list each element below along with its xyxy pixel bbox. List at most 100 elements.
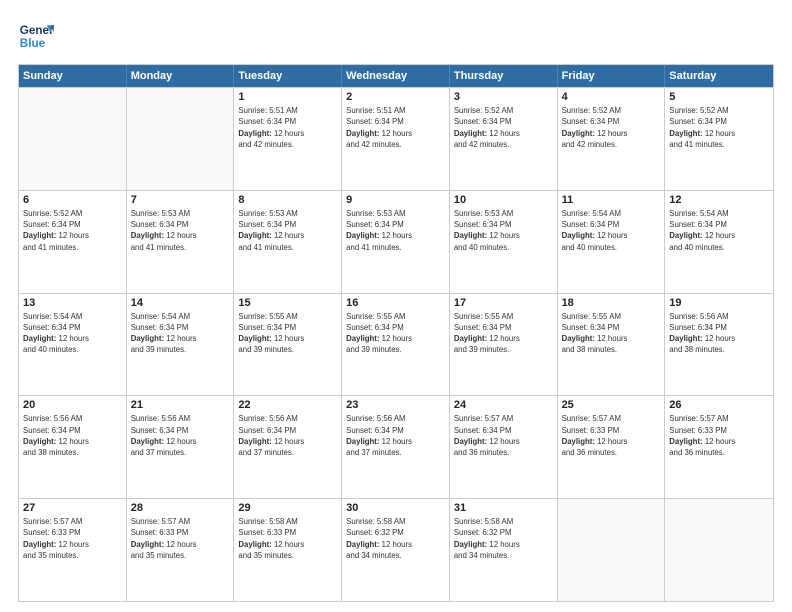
cal-day-29: 29 Sunrise: 5:58 AMSunset: 6:33 PMDayligh… [234,499,342,601]
day-number: 26 [669,399,769,411]
day-info: Sunrise: 5:56 AMSunset: 6:34 PMDaylight:… [23,413,122,458]
cal-week-row-5: 27 Sunrise: 5:57 AMSunset: 6:33 PMDayligh… [19,498,773,601]
day-number: 20 [23,399,122,411]
day-info: Sunrise: 5:57 AMSunset: 6:33 PMDaylight:… [562,413,661,458]
day-info: Sunrise: 5:52 AMSunset: 6:34 PMDaylight:… [562,105,661,150]
day-info: Sunrise: 5:54 AMSunset: 6:34 PMDaylight:… [131,311,230,356]
cal-day-25: 25 Sunrise: 5:57 AMSunset: 6:33 PMDayligh… [558,396,666,498]
day-info: Sunrise: 5:55 AMSunset: 6:34 PMDaylight:… [454,311,553,356]
day-number: 11 [562,194,661,206]
day-number: 8 [238,194,337,206]
day-number: 15 [238,297,337,309]
day-info: Sunrise: 5:52 AMSunset: 6:34 PMDaylight:… [23,208,122,253]
cal-day-15: 15 Sunrise: 5:55 AMSunset: 6:34 PMDayligh… [234,294,342,396]
day-number: 24 [454,399,553,411]
cal-day-27: 27 Sunrise: 5:57 AMSunset: 6:33 PMDayligh… [19,499,127,601]
calendar-body: 1 Sunrise: 5:51 AMSunset: 6:34 PMDaylight… [19,87,773,601]
day-number: 30 [346,502,445,514]
cal-day-22: 22 Sunrise: 5:56 AMSunset: 6:34 PMDayligh… [234,396,342,498]
day-number: 22 [238,399,337,411]
cal-day-6: 6Sunrise: 5:52 AMSunset: 6:34 PMDaylight… [19,191,127,293]
logo: General Blue [18,18,58,54]
day-number: 4 [562,91,661,103]
cal-day-13: 13 Sunrise: 5:54 AMSunset: 6:34 PMDayligh… [19,294,127,396]
day-number: 18 [562,297,661,309]
day-number: 25 [562,399,661,411]
day-info: Sunrise: 5:58 AMSunset: 6:32 PMDaylight:… [454,516,553,561]
day-info: Sunrise: 5:54 AMSunset: 6:34 PMDaylight:… [562,208,661,253]
day-number: 5 [669,91,769,103]
cal-day-2: 2 Sunrise: 5:51 AMSunset: 6:34 PMDaylight… [342,88,450,190]
cal-day-14: 14 Sunrise: 5:54 AMSunset: 6:34 PMDayligh… [127,294,235,396]
day-info: Sunrise: 5:52 AMSunset: 6:34 PMDaylight:… [669,105,769,150]
day-number: 2 [346,91,445,103]
cal-week-row-3: 13 Sunrise: 5:54 AMSunset: 6:34 PMDayligh… [19,293,773,396]
day-info: Sunrise: 5:54 AMSunset: 6:34 PMDaylight:… [23,311,122,356]
day-info: Sunrise: 5:58 AMSunset: 6:33 PMDaylight:… [238,516,337,561]
day-info: Sunrise: 5:55 AMSunset: 6:34 PMDaylight:… [562,311,661,356]
cal-day-17: 17Sunrise: 5:55 AMSunset: 6:34 PMDayligh… [450,294,558,396]
cal-day-10: 10 Sunrise: 5:53 AMSunset: 6:34 PMDayligh… [450,191,558,293]
day-info: Sunrise: 5:53 AMSunset: 6:34 PMDaylight:… [346,208,445,253]
cal-header-thursday: Thursday [450,65,558,87]
cal-day-16: 16Sunrise: 5:55 AMSunset: 6:34 PMDayligh… [342,294,450,396]
cal-day-12: 12 Sunrise: 5:54 AMSunset: 6:34 PMDayligh… [665,191,773,293]
calendar-header-row: SundayMondayTuesdayWednesdayThursdayFrid… [19,65,773,87]
cal-day-26: 26 Sunrise: 5:57 AMSunset: 6:33 PMDayligh… [665,396,773,498]
day-info: Sunrise: 5:56 AMSunset: 6:34 PMDaylight:… [346,413,445,458]
day-number: 28 [131,502,230,514]
page: General Blue SundayMondayTuesdayWednesda… [0,0,792,612]
cal-day-19: 19Sunrise: 5:56 AMSunset: 6:34 PMDayligh… [665,294,773,396]
cal-day-9: 9 Sunrise: 5:53 AMSunset: 6:34 PMDaylight… [342,191,450,293]
header: General Blue [18,18,774,54]
day-info: Sunrise: 5:56 AMSunset: 6:34 PMDaylight:… [238,413,337,458]
cal-header-sunday: Sunday [19,65,127,87]
cal-day-28: 28Sunrise: 5:57 AMSunset: 6:33 PMDayligh… [127,499,235,601]
cal-day-4: 4 Sunrise: 5:52 AMSunset: 6:34 PMDaylight… [558,88,666,190]
day-number: 1 [238,91,337,103]
day-info: Sunrise: 5:53 AMSunset: 6:34 PMDaylight:… [238,208,337,253]
cal-week-row-2: 6Sunrise: 5:52 AMSunset: 6:34 PMDaylight… [19,190,773,293]
day-number: 10 [454,194,553,206]
cal-day-21: 21Sunrise: 5:56 AMSunset: 6:34 PMDayligh… [127,396,235,498]
day-number: 3 [454,91,553,103]
svg-text:Blue: Blue [20,37,46,50]
day-info: Sunrise: 5:57 AMSunset: 6:33 PMDaylight:… [23,516,122,561]
day-info: Sunrise: 5:55 AMSunset: 6:34 PMDaylight:… [238,311,337,356]
day-number: 19 [669,297,769,309]
cal-header-wednesday: Wednesday [342,65,450,87]
day-info: Sunrise: 5:58 AMSunset: 6:32 PMDaylight:… [346,516,445,561]
day-number: 23 [346,399,445,411]
cal-day-18: 18 Sunrise: 5:55 AMSunset: 6:34 PMDayligh… [558,294,666,396]
cal-day-empty [665,499,773,601]
cal-header-saturday: Saturday [665,65,773,87]
day-number: 9 [346,194,445,206]
day-info: Sunrise: 5:51 AMSunset: 6:34 PMDaylight:… [346,105,445,150]
cal-day-3: 3Sunrise: 5:52 AMSunset: 6:34 PMDaylight… [450,88,558,190]
cal-day-20: 20 Sunrise: 5:56 AMSunset: 6:34 PMDayligh… [19,396,127,498]
cal-header-friday: Friday [558,65,666,87]
day-number: 31 [454,502,553,514]
day-info: Sunrise: 5:53 AMSunset: 6:34 PMDaylight:… [454,208,553,253]
cal-day-empty [558,499,666,601]
cal-header-tuesday: Tuesday [234,65,342,87]
cal-header-monday: Monday [127,65,235,87]
day-info: Sunrise: 5:56 AMSunset: 6:34 PMDaylight:… [131,413,230,458]
day-number: 14 [131,297,230,309]
day-info: Sunrise: 5:53 AMSunset: 6:34 PMDaylight:… [131,208,230,253]
day-info: Sunrise: 5:55 AMSunset: 6:34 PMDaylight:… [346,311,445,356]
day-info: Sunrise: 5:57 AMSunset: 6:33 PMDaylight:… [669,413,769,458]
calendar: SundayMondayTuesdayWednesdayThursdayFrid… [18,64,774,602]
cal-week-row-1: 1 Sunrise: 5:51 AMSunset: 6:34 PMDaylight… [19,87,773,190]
cal-day-23: 23 Sunrise: 5:56 AMSunset: 6:34 PMDayligh… [342,396,450,498]
day-info: Sunrise: 5:54 AMSunset: 6:34 PMDaylight:… [669,208,769,253]
day-number: 27 [23,502,122,514]
day-number: 12 [669,194,769,206]
cal-day-8: 8 Sunrise: 5:53 AMSunset: 6:34 PMDaylight… [234,191,342,293]
day-number: 29 [238,502,337,514]
cal-day-31: 31 Sunrise: 5:58 AMSunset: 6:32 PMDayligh… [450,499,558,601]
cal-day-empty [19,88,127,190]
day-number: 13 [23,297,122,309]
cal-day-7: 7Sunrise: 5:53 AMSunset: 6:34 PMDaylight… [127,191,235,293]
cal-day-24: 24Sunrise: 5:57 AMSunset: 6:34 PMDayligh… [450,396,558,498]
